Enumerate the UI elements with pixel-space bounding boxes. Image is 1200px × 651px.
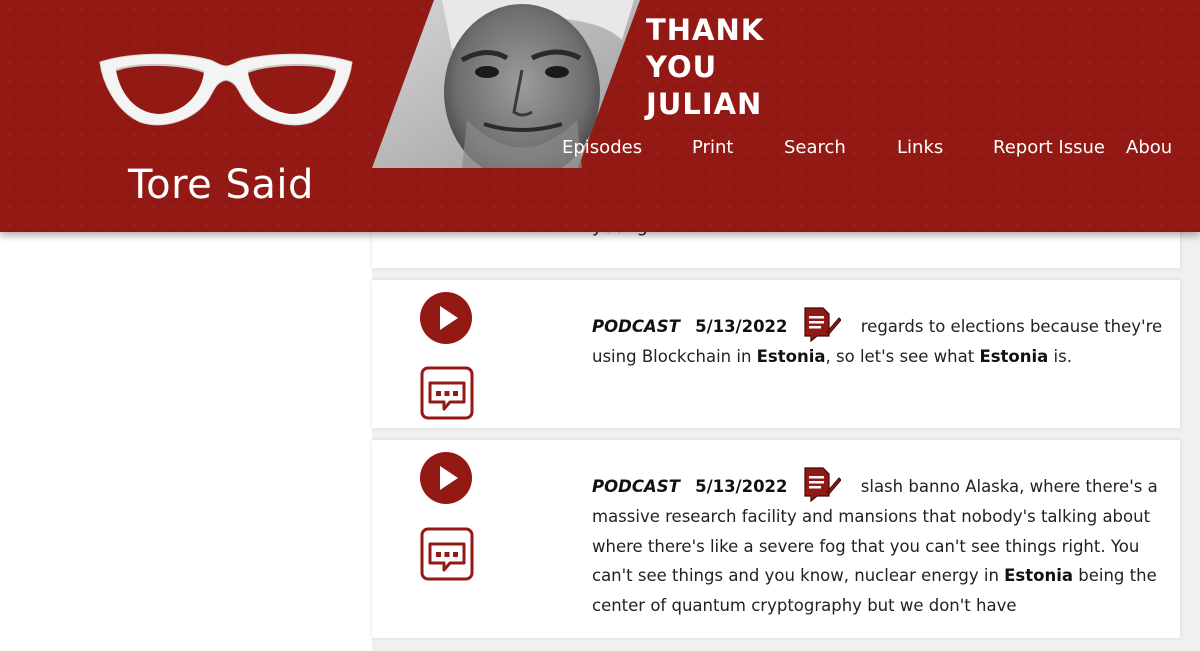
entry-text-segment: , so let's see what <box>825 347 980 366</box>
document-edit-icon[interactable] <box>801 466 841 502</box>
entry-text-segment: is. <box>1048 347 1072 366</box>
banner-line: JULIAN <box>646 87 763 121</box>
entry-date: 5/13/2022 <box>695 317 788 336</box>
glasses-logo-icon[interactable] <box>98 50 354 130</box>
document-edit-icon[interactable] <box>801 306 841 342</box>
site-title[interactable]: Tore Said <box>128 162 314 208</box>
nav-search[interactable]: Search <box>784 137 846 158</box>
highlight-term: Estonia <box>756 347 826 366</box>
nav-episodes[interactable]: Episodes <box>562 137 642 158</box>
entry-kind: PODCAST <box>592 477 680 496</box>
site-header: Tore Said THANK YOU JULIAN Episodes Prin… <box>0 0 1200 232</box>
highlight-term: Estonia <box>1004 566 1074 585</box>
transcript-chat-icon[interactable] <box>420 527 474 581</box>
entry-text: PODCAST 5/13/2022 slash banno Alaska, wh… <box>592 466 1167 620</box>
banner-title: THANK YOU JULIAN <box>646 12 806 123</box>
banner-line: YOU <box>646 50 718 84</box>
nav-about[interactable]: Abou <box>1126 137 1172 158</box>
entry-kind: PODCAST <box>592 317 680 336</box>
left-sidebar-area <box>0 232 372 651</box>
nav-links[interactable]: Links <box>897 137 943 158</box>
play-icon[interactable] <box>420 292 472 344</box>
highlight-term: Estonia <box>979 347 1049 366</box>
transcript-chat-icon[interactable] <box>420 366 474 420</box>
entry-date: 5/13/2022 <box>695 477 788 496</box>
nav-print[interactable]: Print <box>692 137 733 158</box>
banner-line: THANK <box>646 13 765 47</box>
play-icon[interactable] <box>420 452 472 504</box>
entry-text: PODCAST 5/13/2022 regards to elections b… <box>592 306 1167 372</box>
nav-report-issue[interactable]: Report Issue <box>993 137 1105 158</box>
